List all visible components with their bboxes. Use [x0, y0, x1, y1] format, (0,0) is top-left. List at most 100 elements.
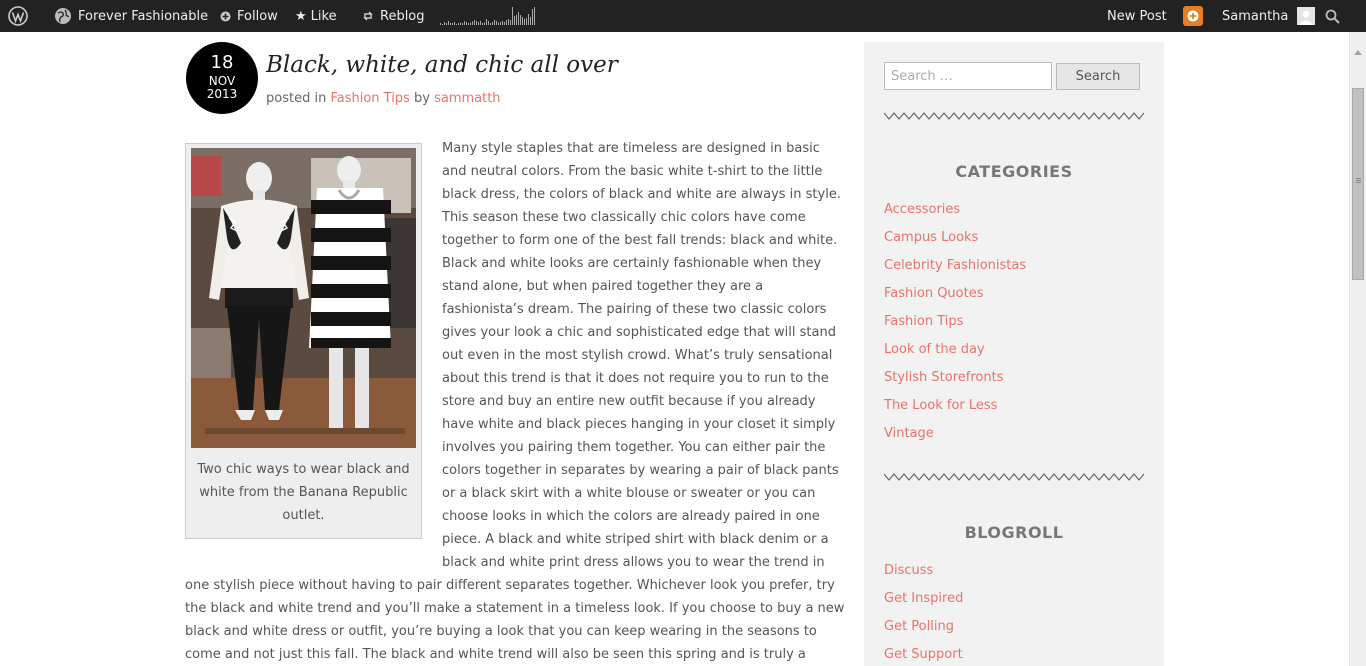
thumb-grip	[1356, 178, 1361, 179]
body-line: gives your look a chic and sophisticated…	[442, 325, 836, 340]
stats-bar	[462, 23, 463, 25]
body-line: one stylish piece without having to pair…	[185, 578, 835, 593]
category-link[interactable]: Fashion Tips	[330, 91, 409, 106]
blogroll-item: Get Inspired	[884, 591, 963, 619]
body-line: colors together in separates by wearing …	[442, 463, 839, 478]
reblog-label: Reblog	[380, 8, 425, 24]
stats-bar	[460, 22, 461, 25]
blogroll-list: Discuss Get Inspired Get Polling Get Sup…	[884, 563, 963, 666]
category-link[interactable]: Vintage	[884, 426, 934, 441]
body-line: black dress, the colors of black and whi…	[442, 187, 841, 202]
body-line: out even in the most stylish crowd. What…	[442, 348, 833, 363]
body-line: involves you pairing them together. You …	[442, 440, 826, 455]
stats-bar	[532, 9, 533, 25]
stats-bar	[484, 22, 485, 25]
globe-icon	[54, 7, 72, 25]
user-menu[interactable]: Samantha	[1222, 0, 1316, 32]
blogroll-title: BLOGROLL	[964, 523, 1064, 542]
body-line: about this trend is that it does not req…	[442, 371, 829, 386]
stats-bar	[508, 19, 509, 25]
caption-line: Two chic ways to wear black and	[197, 462, 410, 477]
post-body-wrapped: Many style staples that are timeless are…	[442, 137, 841, 574]
category-item: Vintage	[884, 426, 1026, 454]
search-button[interactable]: Search	[1056, 63, 1140, 90]
blogroll-link[interactable]: Discuss	[884, 563, 933, 578]
notifications-button[interactable]	[1183, 0, 1203, 32]
blogroll-link[interactable]: Get Inspired	[884, 591, 963, 606]
stats-bar	[466, 22, 467, 25]
stats-bar	[522, 17, 523, 25]
stats-bar	[502, 21, 503, 25]
body-line: stand alone, but when paired together th…	[442, 279, 764, 294]
stats-bar	[524, 19, 525, 25]
mannequins-photo[interactable]	[191, 148, 416, 448]
stats-bar	[448, 21, 449, 25]
body-line: come and not just this fall. The black a…	[185, 647, 806, 662]
stats-bar	[440, 23, 441, 25]
blogroll-item: Discuss	[884, 563, 963, 591]
new-post-link[interactable]: New Post	[1107, 0, 1167, 32]
user-name: Samantha	[1222, 8, 1289, 24]
stats-bar	[480, 21, 481, 25]
plus-circle-icon	[220, 11, 231, 22]
body-line: choose looks in which the colors are alr…	[442, 509, 820, 524]
date-year: 2013	[206, 87, 238, 101]
body-line: This season these two classically chic c…	[442, 210, 806, 225]
category-link[interactable]: The Look for Less	[884, 398, 997, 413]
category-link[interactable]: Fashion Quotes	[884, 286, 984, 301]
site-name-link[interactable]: Forever Fashionable	[54, 0, 208, 32]
stats-bar	[500, 22, 501, 25]
category-item: Look of the day	[884, 342, 1026, 370]
blogroll-link[interactable]: Get Polling	[884, 619, 954, 634]
category-item: The Look for Less	[884, 398, 1026, 426]
like-button[interactable]: ★ Like	[295, 0, 337, 32]
follow-button[interactable]: Follow	[220, 0, 278, 32]
stats-bar	[450, 23, 451, 25]
stats-bar	[486, 19, 487, 25]
stats-bar	[492, 22, 493, 25]
body-line: black and white dress or outfit, you’re …	[185, 624, 817, 639]
site-name-label: Forever Fashionable	[78, 8, 209, 24]
stats-bar	[518, 12, 519, 25]
like-label: Like	[310, 8, 337, 24]
stats-bar	[488, 21, 489, 25]
stats-bar	[478, 22, 479, 25]
stats-bar	[530, 17, 531, 25]
category-link[interactable]: Fashion Tips	[884, 314, 963, 329]
stats-bar	[512, 7, 513, 25]
category-link[interactable]: Accessories	[884, 202, 960, 217]
reblog-button[interactable]: Reblog	[362, 0, 425, 32]
body-line: Black and white looks are certainly fash…	[442, 256, 822, 271]
search-input[interactable]	[884, 62, 1052, 90]
category-link[interactable]: Campus Looks	[884, 230, 978, 245]
post-title[interactable]: Black, white, and chic all over	[266, 52, 618, 78]
stats-bar	[506, 20, 507, 25]
page-scrollbar[interactable]	[1349, 32, 1366, 666]
stats-sparkline[interactable]	[440, 4, 538, 26]
categories-list: Accessories Campus Looks Celebrity Fashi…	[884, 202, 1026, 454]
post-body-full: one stylish piece without having to pair…	[185, 574, 844, 666]
author-link[interactable]: sammatth	[434, 91, 500, 106]
category-link[interactable]: Stylish Storefronts	[884, 370, 1003, 385]
stats-bar	[526, 18, 527, 25]
stats-bar	[452, 23, 453, 25]
image-caption: Two chic ways to wear black and white fr…	[194, 458, 413, 527]
body-line: the black and white trend and you’ll mak…	[185, 601, 845, 616]
zigzag-divider	[884, 112, 1144, 120]
post-meta: posted in Fashion Tips by sammatth	[266, 91, 501, 106]
search-icon[interactable]	[1325, 0, 1340, 32]
category-item: Accessories	[884, 202, 1026, 230]
scroll-up-arrow-icon[interactable]	[1354, 50, 1362, 55]
body-line: Many style staples that are timeless are…	[442, 141, 820, 156]
body-line: black and white print dress allows you t…	[442, 555, 825, 570]
blogroll-link[interactable]: Get Support	[884, 647, 963, 662]
stats-bar	[444, 22, 445, 25]
wordpress-logo-icon[interactable]	[8, 0, 28, 32]
stats-bar	[510, 20, 511, 25]
category-link[interactable]: Look of the day	[884, 342, 985, 357]
stats-bar	[474, 20, 475, 25]
stats-bar	[468, 23, 469, 25]
meta-by: by	[413, 91, 430, 106]
scrollbar-thumb[interactable]	[1352, 88, 1364, 280]
category-link[interactable]: Celebrity Fashionistas	[884, 258, 1026, 273]
